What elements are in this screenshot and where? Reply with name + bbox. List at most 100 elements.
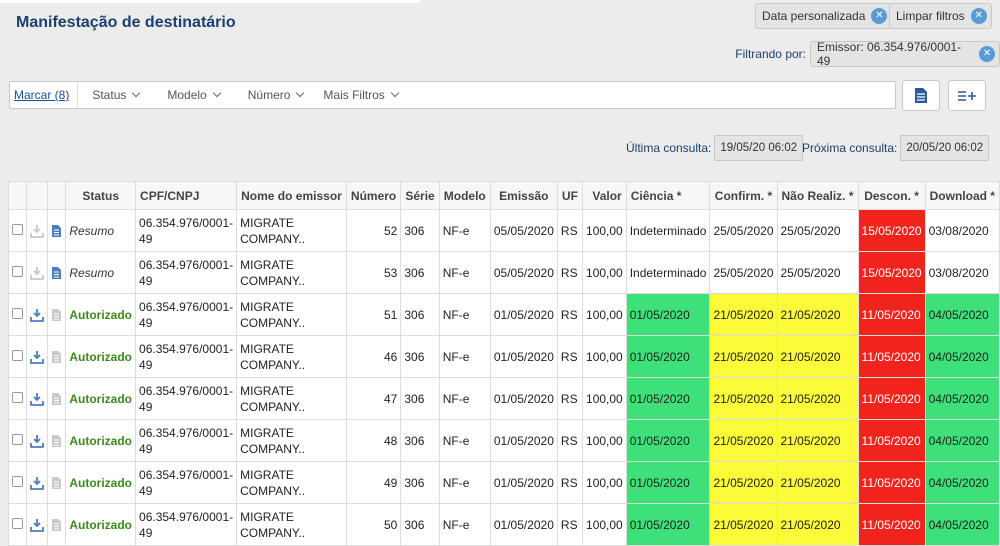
model-cell: NF-e xyxy=(438,251,491,294)
row-checkbox-cell xyxy=(7,377,28,420)
document-icon[interactable] xyxy=(51,518,62,532)
nao-realiz-cell: 21/05/2020 xyxy=(776,335,859,378)
download-icon[interactable] xyxy=(30,350,45,364)
dropdown-label: Status xyxy=(92,88,127,102)
header-nao-realiz[interactable]: Não Realiz. * xyxy=(776,181,859,210)
cnpj-cell: 06.354.976/0001-49 xyxy=(135,335,238,378)
chevron-down-icon xyxy=(296,88,305,98)
row-checkbox-cell xyxy=(7,293,28,336)
download-icon[interactable] xyxy=(30,434,45,448)
dropdown-model[interactable]: Modelo xyxy=(153,88,233,102)
nao-realiz-cell: 25/05/2020 xyxy=(776,209,859,252)
number-cell: 47 xyxy=(345,377,402,420)
document-icon[interactable] xyxy=(51,434,62,448)
status-cell: Autorizado xyxy=(65,419,137,462)
header-uf[interactable]: UF xyxy=(556,181,583,210)
row-checkbox-cell xyxy=(7,209,28,252)
header-value[interactable]: Valor xyxy=(581,181,627,210)
document-icon[interactable] xyxy=(51,476,62,490)
model-cell: NF-e xyxy=(438,419,491,462)
row-checkbox[interactable] xyxy=(12,265,24,277)
dropdown-number[interactable]: Número xyxy=(234,88,318,102)
nao-realiz-cell: 21/05/2020 xyxy=(776,377,859,420)
serie-cell: 306 xyxy=(400,377,440,420)
confirm-cell: 21/05/2020 xyxy=(709,503,778,546)
row-checkbox[interactable] xyxy=(12,223,24,235)
document-icon[interactable] xyxy=(51,224,62,238)
row-checkbox[interactable] xyxy=(12,307,24,319)
document-icon[interactable] xyxy=(51,266,62,280)
download-icon[interactable] xyxy=(30,518,45,532)
dropdown-status[interactable]: Status xyxy=(78,88,153,102)
dropdown-more-filters[interactable]: Mais Filtros xyxy=(317,88,411,102)
chip-clear-filters[interactable]: Limpar filtros ✕ xyxy=(889,3,992,29)
document-icon[interactable] xyxy=(51,392,62,406)
document-icon[interactable] xyxy=(51,308,62,322)
cnpj-cell: 06.354.976/0001-49 xyxy=(135,293,238,336)
descon-cell: 11/05/2020 xyxy=(857,503,926,546)
header-status[interactable]: Status xyxy=(65,181,137,210)
download-icon[interactable] xyxy=(30,392,45,406)
header-issuer-name[interactable]: Nome do emissor xyxy=(236,181,347,210)
row-download-cell xyxy=(26,461,49,504)
header-confirm[interactable]: Confirm. * xyxy=(709,181,778,210)
close-icon[interactable]: ✕ xyxy=(871,8,888,24)
row-checkbox[interactable] xyxy=(12,517,24,529)
confirm-cell: 21/05/2020 xyxy=(709,377,778,420)
chip-custom-date[interactable]: Data personalizada ✕ xyxy=(755,3,893,29)
row-doc-cell xyxy=(47,209,67,252)
status-cell: Resumo xyxy=(65,209,137,252)
row-checkbox[interactable] xyxy=(12,475,24,487)
ciencia-cell: 01/05/2020 xyxy=(625,461,711,504)
uf-cell: RS xyxy=(556,419,583,462)
download-icon[interactable] xyxy=(30,308,45,322)
header-serie[interactable]: Série xyxy=(400,181,440,210)
header-descon[interactable]: Descon. * xyxy=(857,181,926,210)
row-checkbox[interactable] xyxy=(12,349,24,361)
header-download[interactable]: Download * xyxy=(924,181,1000,210)
cnpj-cell: 06.354.976/0001-49 xyxy=(135,461,238,504)
status-cell: Autorizado xyxy=(65,461,137,504)
download-icon[interactable] xyxy=(30,224,45,238)
status-cell: Autorizado xyxy=(65,335,137,378)
header-model[interactable]: Modelo xyxy=(438,181,491,210)
chip-label: Limpar filtros xyxy=(896,9,965,23)
number-cell: 46 xyxy=(345,335,402,378)
header-doc-icon xyxy=(47,181,67,210)
download-icon[interactable] xyxy=(30,266,45,280)
row-checkbox[interactable] xyxy=(12,433,24,445)
value-cell: 100,00 xyxy=(581,503,627,546)
close-icon[interactable]: ✕ xyxy=(970,8,987,24)
value-cell: 100,00 xyxy=(581,377,627,420)
descon-cell: 11/05/2020 xyxy=(857,377,926,420)
header-emission[interactable]: Emissão xyxy=(489,181,558,210)
chip-active-filter[interactable]: Emissor: 06.354.976/0001-49 ✕ xyxy=(810,40,1000,68)
header-checkbox xyxy=(7,181,28,210)
close-icon[interactable]: ✕ xyxy=(979,46,995,62)
document-button[interactable] xyxy=(902,80,940,111)
header-download-icon xyxy=(26,181,49,210)
serie-cell: 306 xyxy=(400,251,440,294)
header-number[interactable]: Número xyxy=(345,181,402,210)
descon-cell: 11/05/2020 xyxy=(857,335,926,378)
model-cell: NF-e xyxy=(438,209,491,252)
model-cell: NF-e xyxy=(438,335,491,378)
nao-realiz-cell: 21/05/2020 xyxy=(776,419,859,462)
uf-cell: RS xyxy=(556,209,583,252)
page-title: Manifestação de destinatário xyxy=(16,14,236,31)
column-add-button[interactable] xyxy=(948,80,986,111)
table-header-row: Status CPF/CNPJ Nome do emissor Número S… xyxy=(7,181,1000,210)
row-checkbox-cell xyxy=(7,251,28,294)
issuer-name-cell: MIGRATE COMPANY.. xyxy=(236,209,347,252)
header-ciencia[interactable]: Ciência * xyxy=(625,181,711,210)
header-cnpj[interactable]: CPF/CNPJ xyxy=(135,181,238,210)
download-icon[interactable] xyxy=(30,476,45,490)
mark-link[interactable]: Marcar (8) xyxy=(10,82,79,108)
row-checkbox[interactable] xyxy=(12,391,24,403)
model-cell: NF-e xyxy=(438,293,491,336)
uf-cell: RS xyxy=(556,377,583,420)
row-download-cell xyxy=(26,209,49,252)
confirm-cell: 21/05/2020 xyxy=(709,293,778,336)
document-icon[interactable] xyxy=(51,350,62,364)
issuer-name-cell: MIGRATE COMPANY.. xyxy=(236,335,347,378)
